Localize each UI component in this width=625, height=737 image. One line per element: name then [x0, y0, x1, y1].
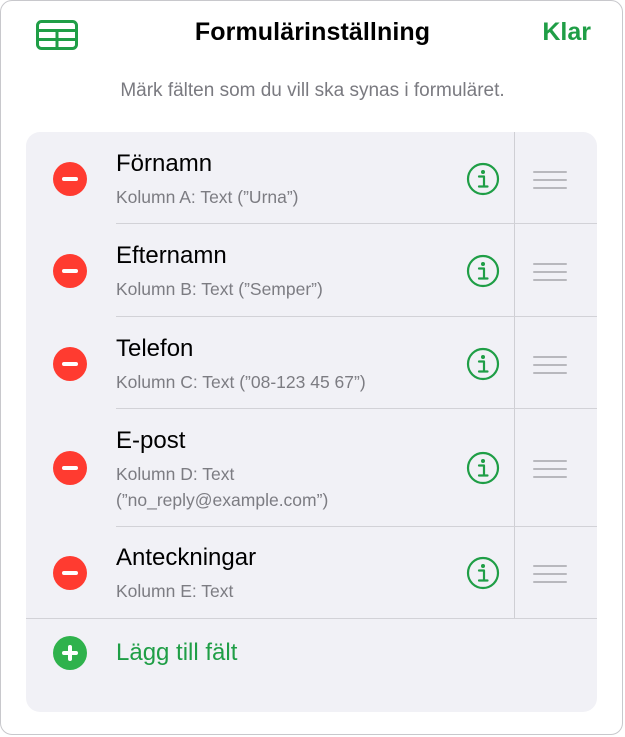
- field-name: Telefon: [116, 335, 194, 362]
- field-name: Efternamn: [116, 242, 227, 269]
- field-row-anteckningar: Anteckningar Kolumn E: Text: [26, 527, 597, 619]
- field-row-efternamn: Efternamn Kolumn B: Text (”Semper”): [26, 224, 597, 317]
- reorder-handle-icon[interactable]: [533, 171, 567, 189]
- page-title: Formulärinställning: [194, 18, 431, 46]
- field-row-fornamn: Förnamn Kolumn A: Text (”Urna”): [26, 132, 597, 224]
- field-description: Kolumn E: Text: [116, 581, 234, 601]
- instructions-text: Märk fälten som du vill ska synas i form…: [120, 80, 505, 101]
- header-bar: Formulärinställning Klar: [0, 0, 625, 70]
- field-row-epost: E-post Kolumn D: Text (”no_reply@example…: [26, 409, 597, 527]
- info-icon[interactable]: [466, 556, 500, 590]
- field-list: Förnamn Kolumn A: Text (”Urna”) Efternam…: [26, 132, 597, 712]
- reorder-handle-icon[interactable]: [533, 460, 567, 478]
- remove-field-button[interactable]: [53, 556, 87, 590]
- info-icon[interactable]: [466, 254, 500, 288]
- done-button[interactable]: Klar: [542, 18, 591, 47]
- remove-field-button[interactable]: [53, 451, 87, 485]
- reorder-handle-icon[interactable]: [533, 263, 567, 281]
- field-name: Förnamn: [116, 150, 213, 177]
- field-description: Kolumn C: Text (”08-123 45 67”): [116, 372, 366, 392]
- reorder-handle-icon[interactable]: [533, 565, 567, 583]
- field-description: Kolumn B: Text (”Semper”): [116, 279, 323, 299]
- add-field-label[interactable]: Lägg till fält: [116, 639, 237, 667]
- field-row-telefon: Telefon Kolumn C: Text (”08-123 45 67”): [26, 317, 597, 409]
- info-icon[interactable]: [466, 347, 500, 381]
- reorder-handle-icon[interactable]: [533, 356, 567, 374]
- field-name: E-post: [116, 427, 186, 454]
- info-icon[interactable]: [466, 451, 500, 485]
- field-description: Kolumn D: Text (”no_reply@example.com”): [116, 464, 329, 510]
- info-icon[interactable]: [466, 162, 500, 196]
- add-icon[interactable]: [53, 636, 87, 670]
- remove-field-button[interactable]: [53, 254, 87, 288]
- add-field-button[interactable]: Lägg till fält: [26, 619, 597, 712]
- remove-field-button[interactable]: [53, 347, 87, 381]
- remove-field-button[interactable]: [53, 162, 87, 196]
- field-name: Anteckningar: [116, 544, 257, 571]
- field-description: Kolumn A: Text (”Urna”): [116, 187, 299, 207]
